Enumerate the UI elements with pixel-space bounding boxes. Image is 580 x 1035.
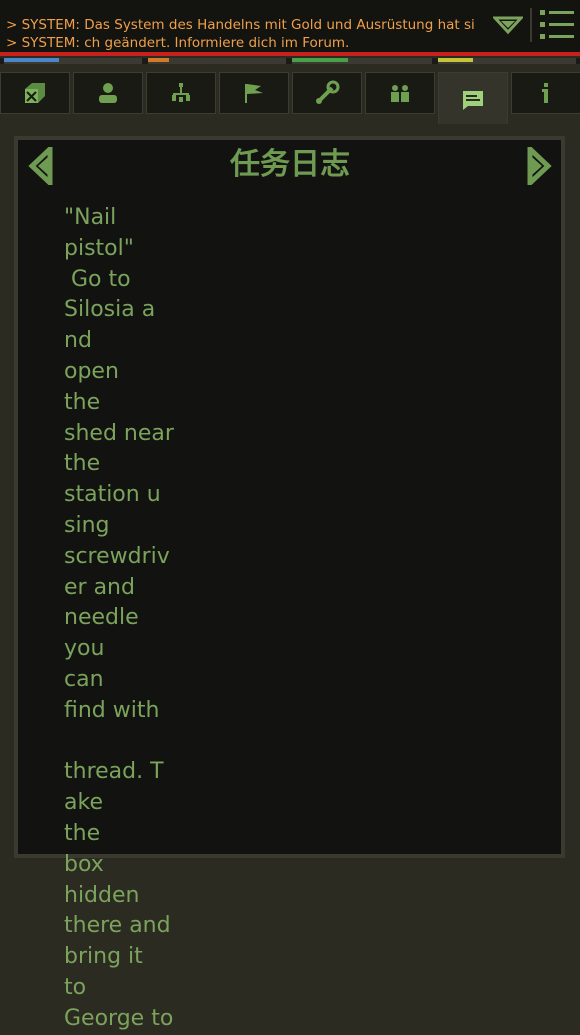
tab-bar [0,72,580,124]
skills-icon [172,83,190,102]
tab-character[interactable] [73,72,143,114]
tab-craft[interactable] [292,72,362,114]
character-icon [99,83,117,103]
tab-map[interactable] [219,72,289,114]
page-title: 任务日志 [230,147,350,182]
tab-group[interactable] [365,72,435,114]
group-icon [391,85,409,102]
stat-bar [148,58,286,64]
alert-line [0,52,580,56]
stat-bar [4,58,142,64]
craft-wrench-icon [316,80,340,104]
system-message-line: > SYSTEM: ch geändert. Informiere dich i… [6,35,350,51]
stat-bars [0,58,580,64]
arrow-left-icon[interactable] [28,147,54,185]
tab-info[interactable] [511,72,580,114]
tab-inventory[interactable] [0,72,70,114]
arrow-right-icon[interactable] [526,147,552,185]
inventory-icon [25,83,45,103]
tab-quest-log[interactable] [438,72,508,124]
divider [530,8,532,42]
info-icon [542,83,548,103]
quest-description: "Nail pistol" Go to Silosia a nd open th… [64,205,174,1031]
map-flag-icon [245,84,263,103]
stat-bar [438,58,576,64]
quest-log-icon [463,90,483,110]
menu-icon[interactable] [538,6,576,44]
chevron-down-icon[interactable] [493,14,523,36]
tab-skills[interactable] [146,72,216,114]
stat-bar [292,58,432,64]
system-message-bar: > SYSTEM: Das System des Handelns mit Go… [0,0,580,52]
system-message-line: > SYSTEM: Das System des Handelns mit Go… [6,17,475,33]
